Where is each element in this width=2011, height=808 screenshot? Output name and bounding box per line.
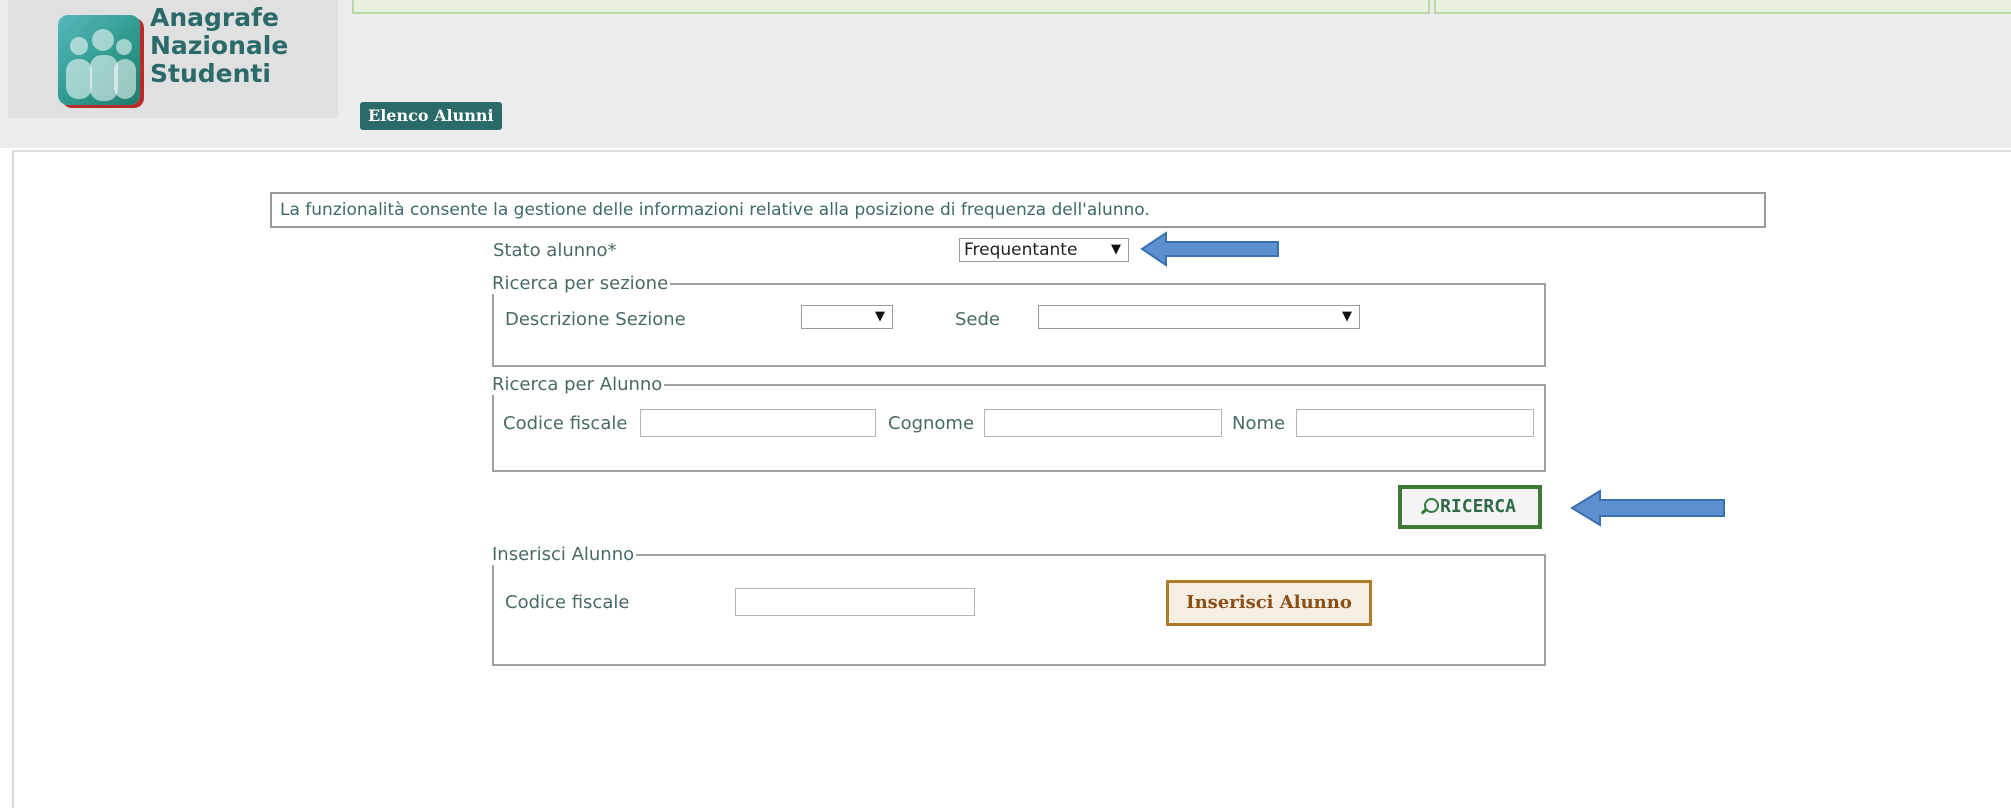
- logo-icon: [58, 15, 140, 105]
- top-nav-tab-2[interactable]: [1434, 0, 2011, 14]
- tab-elenco-alunni[interactable]: Elenco Alunni: [360, 102, 502, 130]
- logo-text: Anagrafe Nazionale Studenti: [150, 4, 288, 88]
- codice-fiscale-label: Codice fiscale: [503, 413, 628, 434]
- callout-arrow-icon: [1570, 489, 1725, 527]
- stato-alunno-select[interactable]: Frequentante ▼: [959, 238, 1129, 262]
- dropdown-arrow-icon: ▼: [1342, 309, 1352, 324]
- nome-label: Nome: [1232, 413, 1286, 434]
- dropdown-arrow-icon: ▼: [1111, 242, 1121, 257]
- cognome-input[interactable]: [984, 409, 1222, 437]
- inserisci-alunno-group: [492, 554, 1546, 666]
- inserisci-codice-fiscale-input[interactable]: [735, 588, 975, 616]
- inserisci-codice-fiscale-label: Codice fiscale: [505, 592, 630, 613]
- ricerca-per-alunno-legend: Ricerca per Alunno: [490, 374, 665, 395]
- inserisci-alunno-legend: Inserisci Alunno: [490, 544, 637, 565]
- ricerca-per-sezione-legend: Ricerca per sezione: [490, 273, 671, 294]
- logo-line-2: Nazionale: [150, 31, 289, 60]
- ricerca-button-label: RICERCA: [1440, 496, 1516, 517]
- sede-select[interactable]: ▼: [1038, 305, 1360, 329]
- descrizione-sezione-label: Descrizione Sezione: [505, 309, 686, 330]
- info-message: La funzionalità consente la gestione del…: [270, 192, 1766, 228]
- search-icon: [1424, 498, 1440, 513]
- logo: Anagrafe Nazionale Studenti: [8, 0, 338, 118]
- stato-alunno-label: Stato alunno*: [493, 240, 617, 261]
- logo-line-1: Anagrafe: [150, 3, 279, 32]
- top-nav-tab[interactable]: [352, 0, 1430, 14]
- dropdown-arrow-icon: ▼: [875, 309, 885, 324]
- ricerca-button[interactable]: RICERCA: [1398, 485, 1542, 529]
- stato-alunno-value: Frequentante: [964, 240, 1078, 260]
- codice-fiscale-input[interactable]: [640, 409, 876, 437]
- callout-arrow-icon: [1140, 231, 1279, 267]
- descrizione-sezione-select[interactable]: ▼: [801, 305, 893, 329]
- cognome-label: Cognome: [888, 413, 975, 434]
- logo-line-3: Studenti: [150, 59, 271, 88]
- inserisci-alunno-button[interactable]: Inserisci Alunno: [1166, 580, 1372, 626]
- sede-label: Sede: [955, 309, 1000, 330]
- nome-input[interactable]: [1296, 409, 1534, 437]
